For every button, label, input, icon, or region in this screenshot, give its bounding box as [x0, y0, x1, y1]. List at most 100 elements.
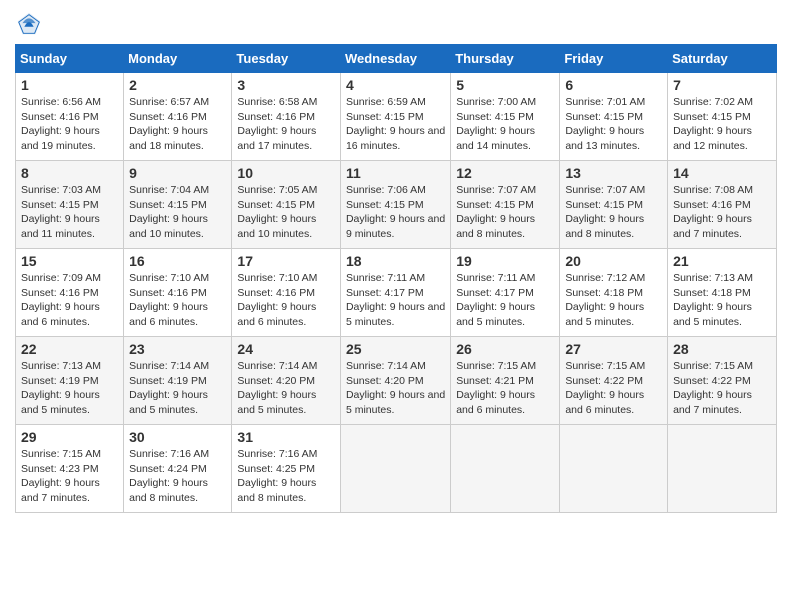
day-number: 29 — [21, 429, 118, 445]
day-info: Sunrise: 7:07 AMSunset: 4:15 PMDaylight:… — [565, 184, 645, 240]
day-info: Sunrise: 7:15 AMSunset: 4:21 PMDaylight:… — [456, 360, 536, 416]
logo — [15, 10, 47, 38]
calendar-cell: 10 Sunrise: 7:05 AMSunset: 4:15 PMDaylig… — [232, 161, 341, 249]
day-info: Sunrise: 7:04 AMSunset: 4:15 PMDaylight:… — [129, 184, 209, 240]
day-number: 24 — [237, 341, 335, 357]
day-number: 11 — [346, 165, 445, 181]
day-info: Sunrise: 7:08 AMSunset: 4:16 PMDaylight:… — [673, 184, 753, 240]
calendar-cell: 18 Sunrise: 7:11 AMSunset: 4:17 PMDaylig… — [340, 249, 450, 337]
calendar-cell: 13 Sunrise: 7:07 AMSunset: 4:15 PMDaylig… — [560, 161, 668, 249]
calendar-week-5: 29 Sunrise: 7:15 AMSunset: 4:23 PMDaylig… — [16, 425, 777, 513]
calendar-cell: 14 Sunrise: 7:08 AMSunset: 4:16 PMDaylig… — [668, 161, 777, 249]
day-info: Sunrise: 7:13 AMSunset: 4:19 PMDaylight:… — [21, 360, 101, 416]
day-number: 13 — [565, 165, 662, 181]
calendar-cell: 3 Sunrise: 6:58 AMSunset: 4:16 PMDayligh… — [232, 73, 341, 161]
day-info: Sunrise: 7:14 AMSunset: 4:20 PMDaylight:… — [346, 360, 445, 416]
calendar-header-saturday: Saturday — [668, 45, 777, 73]
page-header — [15, 10, 777, 38]
calendar-cell: 21 Sunrise: 7:13 AMSunset: 4:18 PMDaylig… — [668, 249, 777, 337]
day-number: 7 — [673, 77, 771, 93]
day-info: Sunrise: 7:14 AMSunset: 4:19 PMDaylight:… — [129, 360, 209, 416]
day-info: Sunrise: 7:02 AMSunset: 4:15 PMDaylight:… — [673, 96, 753, 152]
calendar-cell: 15 Sunrise: 7:09 AMSunset: 4:16 PMDaylig… — [16, 249, 124, 337]
day-number: 27 — [565, 341, 662, 357]
day-number: 17 — [237, 253, 335, 269]
day-info: Sunrise: 7:13 AMSunset: 4:18 PMDaylight:… — [673, 272, 753, 328]
day-number: 30 — [129, 429, 226, 445]
calendar-cell: 11 Sunrise: 7:06 AMSunset: 4:15 PMDaylig… — [340, 161, 450, 249]
calendar-cell: 30 Sunrise: 7:16 AMSunset: 4:24 PMDaylig… — [124, 425, 232, 513]
day-info: Sunrise: 7:15 AMSunset: 4:22 PMDaylight:… — [673, 360, 753, 416]
day-number: 23 — [129, 341, 226, 357]
calendar-cell: 29 Sunrise: 7:15 AMSunset: 4:23 PMDaylig… — [16, 425, 124, 513]
calendar-cell: 22 Sunrise: 7:13 AMSunset: 4:19 PMDaylig… — [16, 337, 124, 425]
day-info: Sunrise: 7:10 AMSunset: 4:16 PMDaylight:… — [129, 272, 209, 328]
calendar-cell: 6 Sunrise: 7:01 AMSunset: 4:15 PMDayligh… — [560, 73, 668, 161]
calendar-cell: 8 Sunrise: 7:03 AMSunset: 4:15 PMDayligh… — [16, 161, 124, 249]
day-info: Sunrise: 7:12 AMSunset: 4:18 PMDaylight:… — [565, 272, 645, 328]
calendar-cell: 25 Sunrise: 7:14 AMSunset: 4:20 PMDaylig… — [340, 337, 450, 425]
day-number: 22 — [21, 341, 118, 357]
calendar-cell — [560, 425, 668, 513]
day-info: Sunrise: 6:58 AMSunset: 4:16 PMDaylight:… — [237, 96, 317, 152]
calendar-cell: 19 Sunrise: 7:11 AMSunset: 4:17 PMDaylig… — [451, 249, 560, 337]
calendar-cell: 27 Sunrise: 7:15 AMSunset: 4:22 PMDaylig… — [560, 337, 668, 425]
calendar-cell: 24 Sunrise: 7:14 AMSunset: 4:20 PMDaylig… — [232, 337, 341, 425]
day-number: 25 — [346, 341, 445, 357]
calendar-cell — [451, 425, 560, 513]
day-number: 14 — [673, 165, 771, 181]
calendar-cell: 28 Sunrise: 7:15 AMSunset: 4:22 PMDaylig… — [668, 337, 777, 425]
day-info: Sunrise: 7:10 AMSunset: 4:16 PMDaylight:… — [237, 272, 317, 328]
day-number: 18 — [346, 253, 445, 269]
calendar-cell: 9 Sunrise: 7:04 AMSunset: 4:15 PMDayligh… — [124, 161, 232, 249]
calendar-header-tuesday: Tuesday — [232, 45, 341, 73]
calendar-week-1: 1 Sunrise: 6:56 AMSunset: 4:16 PMDayligh… — [16, 73, 777, 161]
calendar-header-row: SundayMondayTuesdayWednesdayThursdayFrid… — [16, 45, 777, 73]
calendar-cell: 23 Sunrise: 7:14 AMSunset: 4:19 PMDaylig… — [124, 337, 232, 425]
calendar-week-2: 8 Sunrise: 7:03 AMSunset: 4:15 PMDayligh… — [16, 161, 777, 249]
calendar-cell: 16 Sunrise: 7:10 AMSunset: 4:16 PMDaylig… — [124, 249, 232, 337]
day-info: Sunrise: 6:56 AMSunset: 4:16 PMDaylight:… — [21, 96, 101, 152]
day-number: 5 — [456, 77, 554, 93]
calendar-cell: 31 Sunrise: 7:16 AMSunset: 4:25 PMDaylig… — [232, 425, 341, 513]
day-number: 1 — [21, 77, 118, 93]
day-info: Sunrise: 7:15 AMSunset: 4:23 PMDaylight:… — [21, 448, 101, 504]
day-number: 10 — [237, 165, 335, 181]
day-number: 4 — [346, 77, 445, 93]
day-info: Sunrise: 7:11 AMSunset: 4:17 PMDaylight:… — [346, 272, 445, 328]
calendar-cell: 26 Sunrise: 7:15 AMSunset: 4:21 PMDaylig… — [451, 337, 560, 425]
day-info: Sunrise: 7:06 AMSunset: 4:15 PMDaylight:… — [346, 184, 445, 240]
day-number: 9 — [129, 165, 226, 181]
calendar-cell: 5 Sunrise: 7:00 AMSunset: 4:15 PMDayligh… — [451, 73, 560, 161]
logo-icon — [15, 10, 43, 38]
day-number: 28 — [673, 341, 771, 357]
calendar-cell: 7 Sunrise: 7:02 AMSunset: 4:15 PMDayligh… — [668, 73, 777, 161]
day-number: 6 — [565, 77, 662, 93]
day-info: Sunrise: 7:14 AMSunset: 4:20 PMDaylight:… — [237, 360, 317, 416]
calendar-header-friday: Friday — [560, 45, 668, 73]
calendar-cell: 12 Sunrise: 7:07 AMSunset: 4:15 PMDaylig… — [451, 161, 560, 249]
day-number: 26 — [456, 341, 554, 357]
day-number: 2 — [129, 77, 226, 93]
day-info: Sunrise: 7:03 AMSunset: 4:15 PMDaylight:… — [21, 184, 101, 240]
calendar-header-sunday: Sunday — [16, 45, 124, 73]
day-info: Sunrise: 7:00 AMSunset: 4:15 PMDaylight:… — [456, 96, 536, 152]
day-info: Sunrise: 7:15 AMSunset: 4:22 PMDaylight:… — [565, 360, 645, 416]
calendar-week-4: 22 Sunrise: 7:13 AMSunset: 4:19 PMDaylig… — [16, 337, 777, 425]
day-info: Sunrise: 7:05 AMSunset: 4:15 PMDaylight:… — [237, 184, 317, 240]
calendar-header-wednesday: Wednesday — [340, 45, 450, 73]
day-number: 20 — [565, 253, 662, 269]
day-number: 8 — [21, 165, 118, 181]
day-number: 19 — [456, 253, 554, 269]
day-number: 12 — [456, 165, 554, 181]
calendar-table: SundayMondayTuesdayWednesdayThursdayFrid… — [15, 44, 777, 513]
day-number: 3 — [237, 77, 335, 93]
day-number: 21 — [673, 253, 771, 269]
day-info: Sunrise: 6:59 AMSunset: 4:15 PMDaylight:… — [346, 96, 445, 152]
calendar-cell: 4 Sunrise: 6:59 AMSunset: 4:15 PMDayligh… — [340, 73, 450, 161]
calendar-cell: 2 Sunrise: 6:57 AMSunset: 4:16 PMDayligh… — [124, 73, 232, 161]
day-info: Sunrise: 7:16 AMSunset: 4:24 PMDaylight:… — [129, 448, 209, 504]
calendar-cell — [340, 425, 450, 513]
day-info: Sunrise: 7:16 AMSunset: 4:25 PMDaylight:… — [237, 448, 317, 504]
day-number: 15 — [21, 253, 118, 269]
